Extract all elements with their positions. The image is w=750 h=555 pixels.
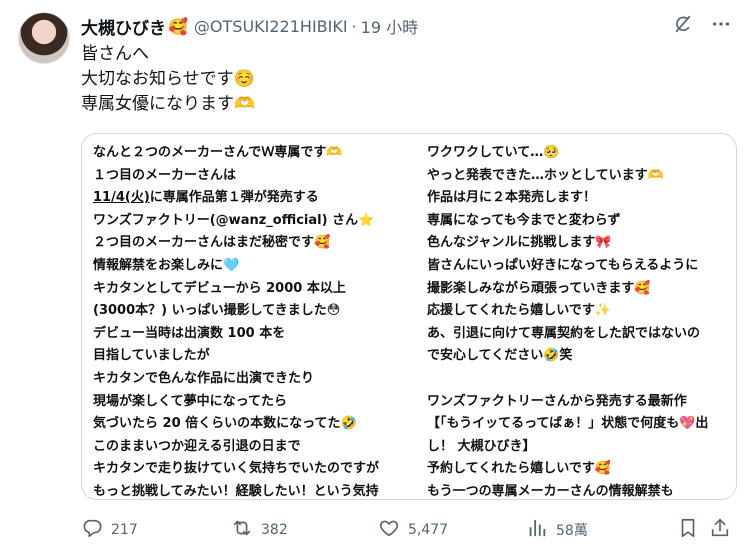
retweet-count: 382 [261, 522, 288, 538]
card-line: デビュー当時は出演数 100 本を [93, 325, 286, 341]
card-line: キカタンとしてデビューから 2000 本以上 [93, 280, 346, 296]
card-line: 【「もうイッてるってばぁ！」状態で何度も💖出 [427, 416, 709, 432]
bookmark-button[interactable] [677, 517, 699, 543]
reply-button[interactable]: 217 [81, 517, 138, 543]
card-line: 作品は月に２本発売します！ [427, 190, 597, 206]
card-line: 気づいたら 20 倍くらいの本数になってた🤣 [93, 416, 357, 432]
views-button[interactable]: 58萬 [526, 517, 588, 543]
card-line: 情報解禁をお楽しみに🩵 [93, 257, 240, 273]
card-line: なんと２つのメーカーさんでＷ専属です🫶 [93, 145, 343, 160]
card-line: し！ 大槻ひびき】 [427, 438, 536, 454]
card-line: 撮影楽しみながら頑張っていきます🥰 [427, 280, 651, 296]
card-line: ワクワクしていて…🥺 [427, 145, 560, 160]
retweet-icon [231, 517, 253, 543]
retweet-button[interactable]: 382 [231, 517, 288, 543]
card-line: 11/4(火)に専属作品第１弾が発売する [93, 187, 379, 210]
card-line: 応援してくれたら嬉しいです✨ [427, 303, 612, 319]
share-icon [709, 517, 731, 543]
card-line: キカタンで走り抜けていく気持ちでいたのですが [93, 461, 380, 477]
separator-dot: · [351, 16, 357, 36]
like-icon [378, 517, 400, 543]
grok-icon[interactable] [672, 13, 694, 39]
card-blank-line [427, 368, 708, 391]
card-line: もう一つの専属メーカーさんの情報解禁も [427, 483, 674, 499]
post-header: 大槻ひびき 🥰 @OTSUKI221HIBIKI · 19 小時 [81, 13, 418, 39]
avatar[interactable] [18, 12, 70, 64]
post-time[interactable]: 19 小時 [361, 14, 418, 38]
bookmark-icon [677, 517, 699, 543]
card-line: あ、引退に向けて専属契約をした訳ではないの [427, 325, 701, 341]
post-top-actions [672, 13, 732, 39]
card-line: このままいつか迎える引退の日まで [93, 438, 301, 454]
author-handle[interactable]: @OTSUKI221HIBIKI [194, 17, 348, 36]
like-button[interactable]: 5,477 [378, 517, 448, 543]
post-text: 皆さんへ 大切なお知らせです☺️ 専属女優になります🫶 [81, 42, 255, 117]
share-button[interactable] [709, 517, 731, 543]
card-line: 専属になっても今までと変わらず [427, 212, 621, 228]
card-line: 現場が楽しくて夢中になってたら [93, 393, 287, 409]
post-image-card[interactable]: なんと２つのメーカーさんでＷ専属です🫶 １つ目のメーカーさんは 11/4(火)に… [81, 133, 737, 500]
card-line: (3000本？) いっぱい撮影してきました😳 [93, 303, 341, 319]
card-line: キカタンで色んな作品に出演できたり [93, 370, 315, 386]
post-line: 皆さんへ [81, 44, 149, 64]
card-left-column: なんと２つのメーカーさんでＷ専属です🫶 １つ目のメーカーさんは 11/4(火)に… [93, 142, 380, 499]
card-line: 予約してくれたら嬉しいです🥰 [427, 461, 612, 477]
reply-count: 217 [111, 522, 138, 538]
card-line-tail: に専属作品第１弾が発売する [149, 190, 319, 206]
post-line: 専属女優になります🫶 [81, 94, 256, 114]
card-line: １つ目のメーカーさんは [93, 167, 237, 183]
card-line: もっと挑戦してみたい！経験したい！という気持 [93, 483, 379, 499]
card-line: 目指していましたが [93, 348, 210, 364]
reply-icon [81, 517, 103, 543]
card-right-column: ワクワクしていて…🥺 やっと発表できた…ホッとしています🫶 作品は月に２本発売し… [427, 142, 709, 499]
card-line: ワンズファクトリー(@wanz_official) さん⭐ [93, 212, 375, 228]
card-line: やっと発表できた…ホッとしています🫶 [427, 167, 664, 183]
card-line: 色んなジャンルに挑戦します🎀 [427, 235, 612, 251]
views-count: 58萬 [556, 523, 588, 539]
card-line: 皆さんにいっぱい好きになってもらえるように [427, 257, 699, 273]
post-actions-bar: 217 382 5,477 58萬 [81, 515, 735, 545]
more-icon[interactable] [710, 13, 732, 39]
card-line: ワンズファクトリーさんから発売する最新作 [427, 393, 687, 409]
card-line: ２つ目のメーカーさんはまだ秘密です🥰 [93, 235, 331, 251]
card-line: で安心してください🤣笑 [427, 348, 573, 364]
views-icon [526, 517, 548, 543]
like-count: 5,477 [408, 522, 449, 538]
author-name-emoji: 🥰 [168, 16, 188, 36]
author-name[interactable]: 大槻ひびき [81, 14, 166, 39]
post-line: 大切なお知らせです☺️ [81, 69, 255, 89]
release-date: 11/4(火) [93, 190, 150, 206]
